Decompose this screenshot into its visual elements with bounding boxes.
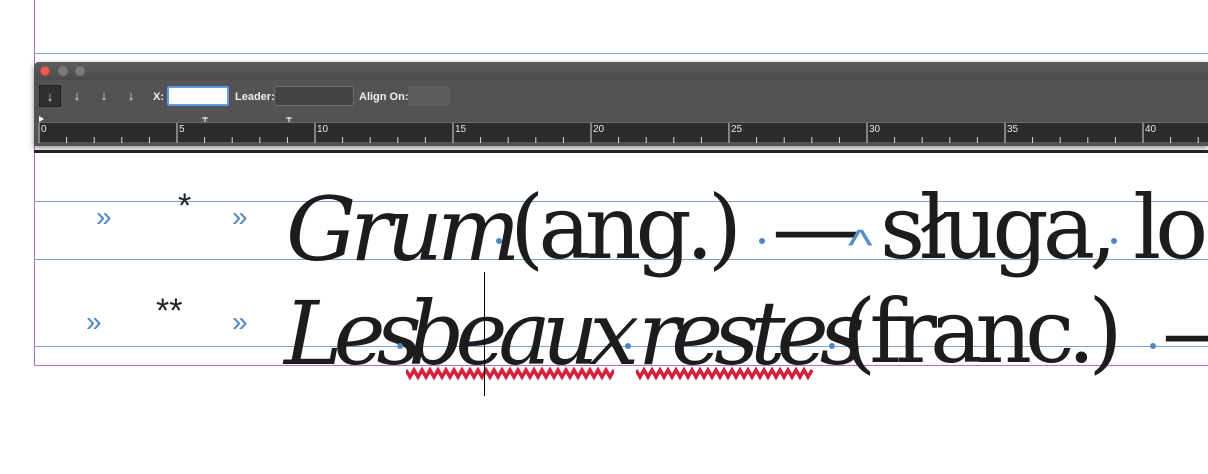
space-marker [625, 343, 631, 349]
space-marker [829, 343, 835, 349]
ruler-number: 20 [593, 124, 605, 135]
space-marker [1111, 238, 1117, 244]
tab-character-marker: » [232, 306, 248, 337]
close-button[interactable] [40, 66, 50, 76]
footnote-marker: * [178, 187, 192, 225]
spellcheck-underline [636, 366, 814, 381]
tab-ruler[interactable]: 0 5 10 15 20 25 30 35 40 [38, 122, 1208, 143]
ruler-number: 10 [317, 124, 329, 135]
tab-arrow-icon: ↓ [73, 88, 81, 103]
text-word[interactable]: (ang.) [510, 176, 742, 279]
tab-arrow-icon: ↓ [46, 89, 54, 104]
tab-marker-strip[interactable] [34, 112, 1208, 125]
minimize-button[interactable] [58, 66, 68, 76]
text-word[interactable]: sługa, lo [880, 176, 1208, 279]
text-word[interactable]: Les [284, 282, 422, 385]
spellcheck-underline [406, 366, 614, 381]
zoom-button[interactable] [75, 66, 85, 76]
text-word[interactable]: Grum [286, 178, 520, 281]
text-word[interactable]: (franc.) [842, 280, 1123, 383]
text-dash[interactable]: — [1162, 280, 1208, 383]
align-on-input[interactable] [408, 86, 450, 106]
ruler-number: 15 [455, 124, 467, 135]
tab-character-marker: » [232, 201, 248, 232]
text-cursor [484, 272, 485, 396]
soft-break-marker-icon: ^ [847, 221, 873, 270]
text-dash[interactable]: — [772, 176, 860, 279]
panel-bottom-edge [34, 150, 1208, 153]
tab-controls: ↓ ↓ ↓ ↓ X: Leader: Align On: [34, 82, 1208, 110]
right-justified-tab-button[interactable]: ↓ [93, 85, 115, 107]
ruler-number: 35 [1007, 124, 1019, 135]
x-position-input[interactable] [167, 86, 229, 106]
tabs-panel: ↓ ↓ ↓ ↓ X: Leader: Align On: 0 5 10 15 20 25 3… [34, 62, 1208, 146]
tab-arrow-icon: ↓ [127, 88, 135, 103]
center-justified-tab-button[interactable]: ↓ [66, 85, 88, 107]
x-label: X: [153, 91, 164, 103]
tab-character-marker: » [86, 306, 102, 337]
ruler-number: 5 [179, 124, 185, 135]
left-margin-guide [34, 0, 35, 366]
footnote-marker: ** [156, 292, 183, 330]
space-marker [397, 343, 403, 349]
tab-arrow-icon: ↓ [100, 88, 108, 103]
tab-character-marker: » [96, 201, 112, 232]
ruler-number: 40 [1145, 124, 1157, 135]
panel-titlebar[interactable] [34, 62, 1208, 80]
leader-label: Leader: [235, 91, 275, 103]
ruler-number: 0 [41, 124, 47, 135]
leader-input[interactable] [274, 86, 354, 106]
ruler-number: 30 [869, 124, 881, 135]
ruler-number: 25 [731, 124, 743, 135]
space-marker [496, 238, 502, 244]
ruler-ticks: 0 5 10 15 20 25 30 35 40 [38, 123, 1199, 143]
align-on-label: Align On: [359, 91, 409, 103]
space-marker [1150, 343, 1156, 349]
left-justified-tab-button[interactable]: ↓ [39, 85, 61, 107]
guide-line-top [34, 53, 1208, 54]
align-to-decimal-tab-button[interactable]: ↓ [120, 85, 142, 107]
space-marker [759, 238, 765, 244]
